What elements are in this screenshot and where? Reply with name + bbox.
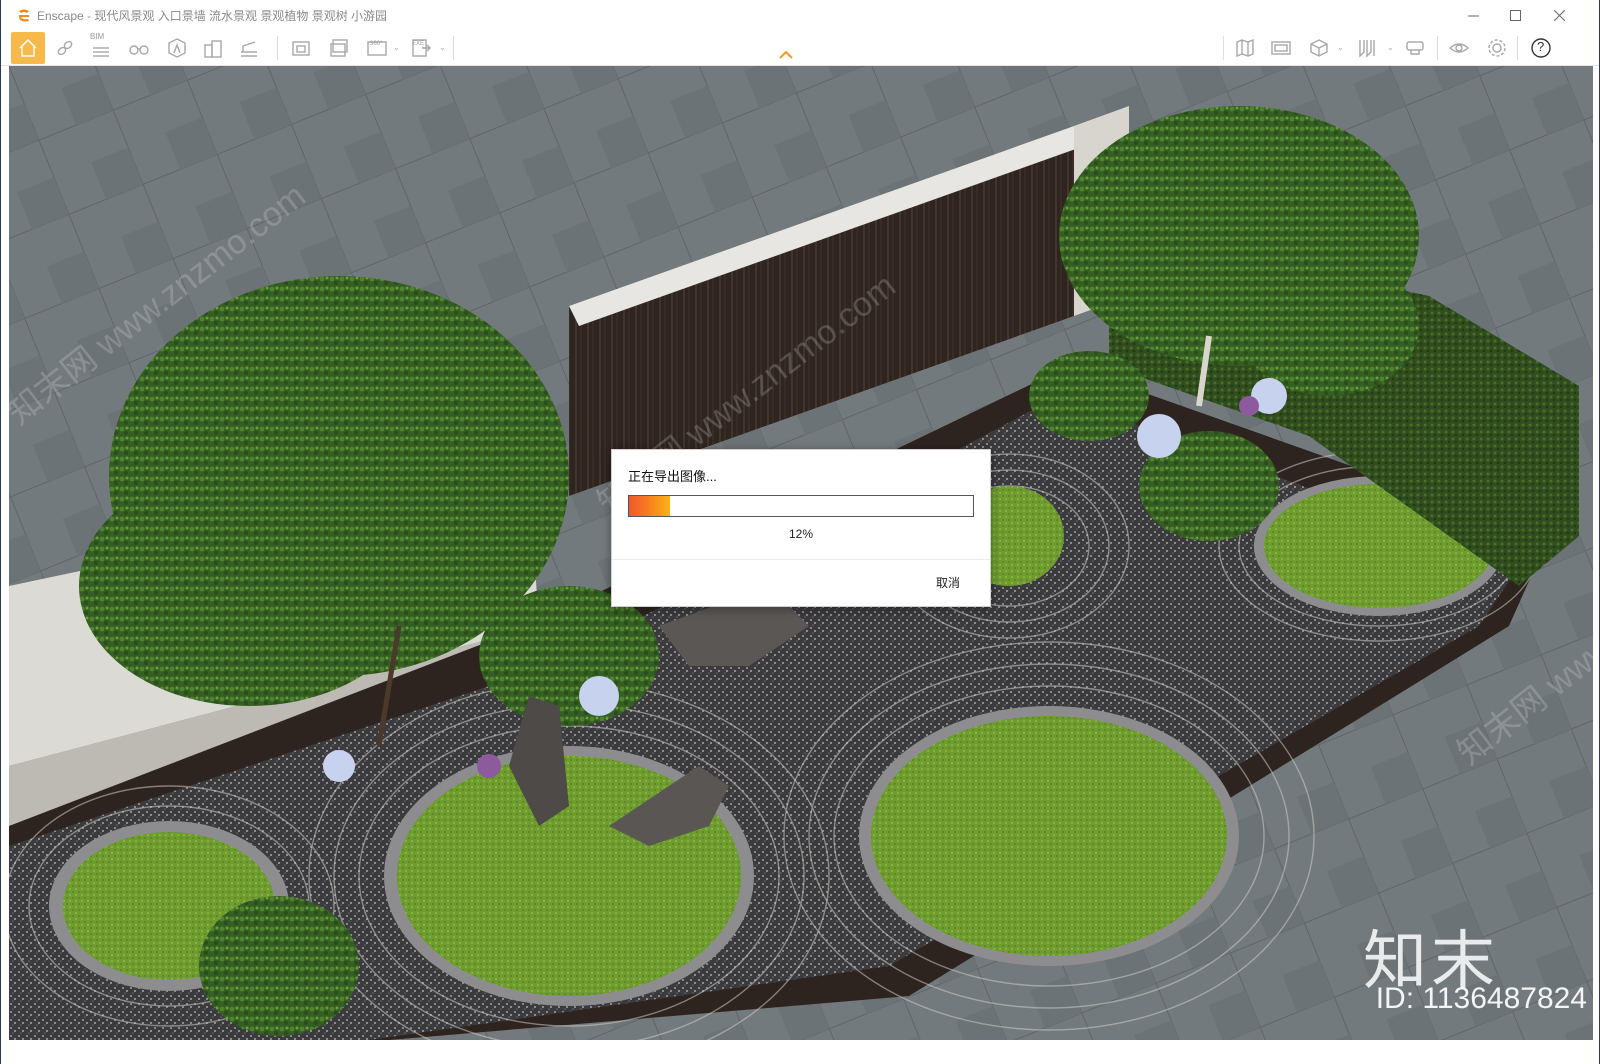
section-button[interactable] (233, 32, 265, 64)
export-progress-dialog: 正在导出图像... 12% 取消 (611, 449, 991, 607)
close-icon (1553, 9, 1565, 21)
map-button[interactable] (1229, 32, 1261, 64)
toolbar-separator (453, 36, 454, 60)
batch-render-button[interactable] (323, 32, 355, 64)
bim-label: BIM (90, 32, 105, 41)
enscape-logo-icon (19, 9, 29, 22)
cube-button[interactable] (1303, 32, 1335, 64)
bookmarks-icon (1359, 40, 1375, 58)
vr-button[interactable] (1399, 32, 1431, 64)
dialog-title: 正在导出图像... (628, 469, 717, 484)
bookmarks-button[interactable] (1351, 32, 1383, 64)
map-icon (1236, 38, 1254, 58)
binoculars-button[interactable] (123, 32, 155, 64)
panorama-button[interactable]: 360° (361, 32, 393, 64)
progress-fill (629, 496, 671, 516)
minimize-icon (1467, 15, 1479, 16)
building-icon (204, 40, 222, 58)
section-icon (241, 41, 257, 57)
export-label: EXE (412, 41, 425, 47)
maximize-icon (1509, 9, 1521, 21)
links-button[interactable] (49, 32, 81, 64)
brand-id-watermark: ID: 1136487824 (1375, 982, 1587, 1015)
help-label: ? (1537, 39, 1545, 54)
building-button[interactable] (197, 32, 229, 64)
chevron-down-icon[interactable]: ⌄ (1337, 44, 1345, 52)
batch-render-icon (330, 39, 348, 57)
screenshot-button[interactable] (285, 32, 317, 64)
bim-button[interactable]: BIM (85, 32, 117, 64)
presentation-button[interactable] (1265, 32, 1297, 64)
export-progress-bar (628, 495, 974, 517)
home-icon (19, 39, 37, 57)
asset-library-icon (168, 38, 186, 58)
window-title: Enscape - 现代风景观 入口景墙 流水景观 景观植物 景观树 小游园 (37, 8, 388, 23)
enscape-window: Enscape - 现代风景观 入口景墙 流水景观 景观植物 景观树 小游园 B… (0, 0, 1600, 1064)
toolbar: BIM 360° ⌄ EXE ⌄ ⌄ ⌄ ? (1, 30, 1599, 66)
export-button[interactable]: EXE (405, 32, 437, 64)
toolbar-separator (1517, 36, 1518, 60)
chevron-down-icon[interactable]: ⌄ (439, 44, 447, 52)
bottom-strip (1, 1040, 1599, 1064)
chevron-down-icon[interactable]: ⌄ (393, 44, 401, 52)
toolbar-separator (1223, 36, 1224, 60)
visibility-button[interactable] (1443, 32, 1475, 64)
toolbar-separator (1437, 36, 1438, 60)
chevron-down-icon[interactable]: ⌄ (1387, 44, 1395, 52)
home-button[interactable] (11, 32, 45, 64)
links-icon (57, 40, 73, 56)
progress-percentage: 12% (788, 527, 814, 541)
toolbar-separator (277, 36, 278, 60)
vr-icon (1406, 41, 1424, 55)
settings-button[interactable] (1481, 32, 1513, 64)
asset-library-button[interactable] (161, 32, 193, 64)
panorama-label: 360° (370, 41, 383, 47)
dialog-divider (612, 559, 990, 560)
title-bar: Enscape - 现代风景观 入口景墙 流水景观 景观植物 景观树 小游园 (1, 0, 1599, 30)
help-button[interactable]: ? (1525, 32, 1557, 64)
binoculars-icon (129, 45, 149, 55)
settings-icon (1488, 39, 1506, 57)
maximize-button[interactable] (1493, 0, 1537, 30)
minimize-button[interactable] (1451, 0, 1495, 30)
presentation-icon (1271, 41, 1291, 55)
close-button[interactable] (1537, 0, 1581, 30)
collapse-toolbar-icon[interactable] (778, 50, 794, 60)
cancel-button[interactable]: 取消 (936, 574, 960, 591)
screenshot-icon (292, 41, 310, 56)
visibility-icon (1448, 43, 1470, 53)
cube-icon (1310, 39, 1328, 57)
